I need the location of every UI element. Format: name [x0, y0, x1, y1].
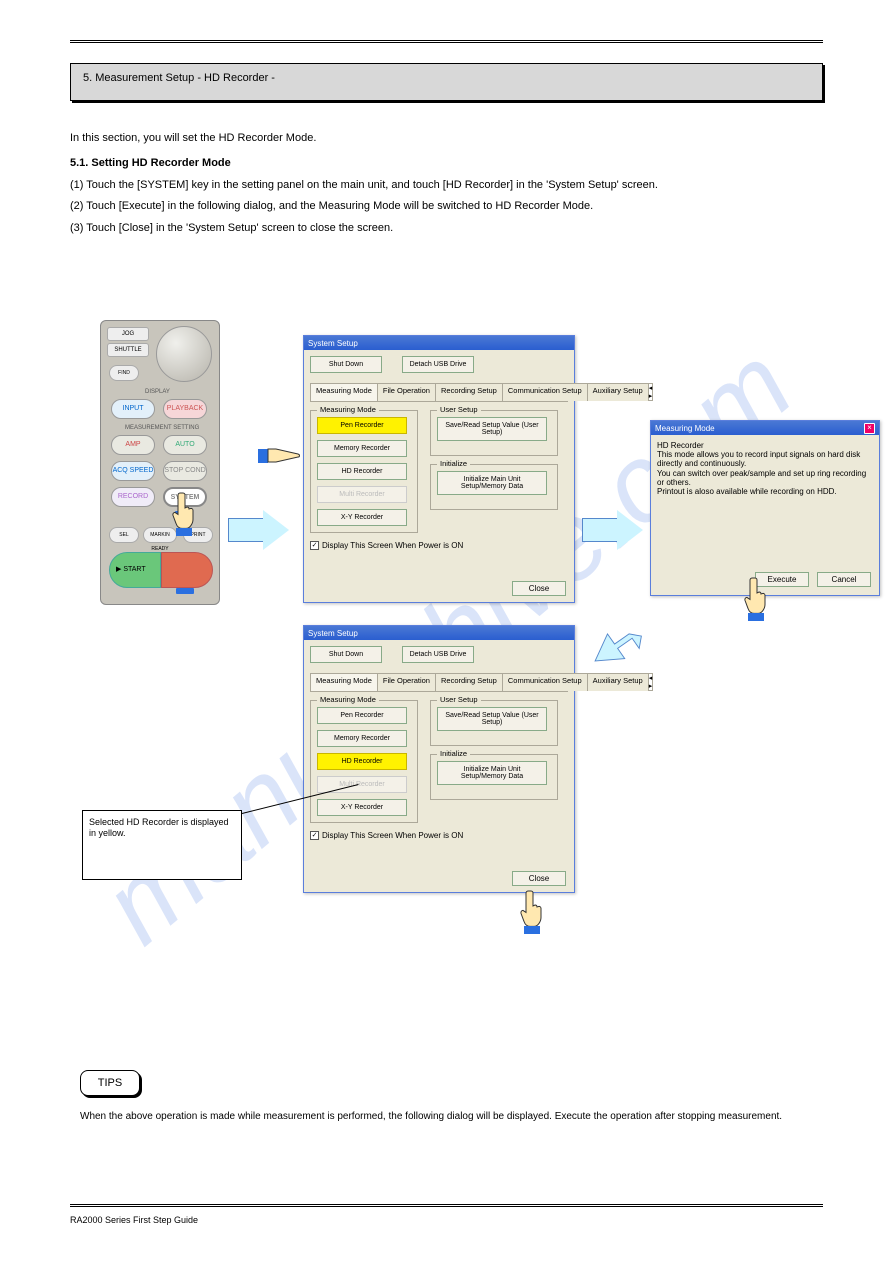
pointing-hand-icon — [258, 445, 304, 467]
stop-cond-button[interactable]: STOP COND — [163, 461, 207, 481]
cancel-button[interactable]: Cancel — [817, 572, 871, 587]
display-label: DISPLAY — [145, 389, 170, 395]
tab-row: Measuring Mode File Operation Recording … — [310, 383, 568, 402]
start-button[interactable]: ▶ START — [109, 552, 161, 588]
meas-setting-label: MEASUREMENT SETTING — [125, 425, 199, 431]
shuttle-button[interactable]: SHUTTLE — [107, 343, 149, 357]
initialize-legend: Initialize — [437, 749, 470, 758]
shutdown-button[interactable]: Shut Down — [310, 646, 382, 663]
hardware-panel: JOG SHUTTLE FIND DISPLAY INPUT PLAYBACK … — [100, 320, 220, 605]
hand-pointer-icon — [518, 888, 546, 934]
measuring-mode-legend: Measuring Mode — [317, 695, 379, 704]
measuring-mode-legend: Measuring Mode — [317, 405, 379, 414]
xy-recorder-button[interactable]: X-Y Recorder — [317, 799, 407, 816]
checkbox-label: Display This Screen When Power is ON — [322, 831, 463, 840]
user-setup-legend: User Setup — [437, 405, 481, 414]
tab-comm-setup[interactable]: Communication Setup — [502, 383, 588, 401]
step-2: (2) Touch [Execute] in the following dia… — [70, 199, 823, 214]
initialize-legend: Initialize — [437, 459, 470, 468]
memory-recorder-button[interactable]: Memory Recorder — [317, 730, 407, 747]
find-button[interactable]: FIND — [109, 365, 139, 381]
header-right: 5. Measurement Setup - HD Recorder - — [638, 28, 813, 39]
checkbox-label: Display This Screen When Power is ON — [322, 541, 463, 550]
memory-recorder-button[interactable]: Memory Recorder — [317, 440, 407, 457]
display-on-power-checkbox[interactable]: ✓Display This Screen When Power is ON — [310, 541, 568, 550]
tips-text: When the above operation is made while m… — [80, 1110, 813, 1124]
initialize-button[interactable]: Initialize Main Unit Setup/Memory Data — [437, 761, 547, 785]
tab-file-operation[interactable]: File Operation — [377, 673, 436, 691]
step-3: (3) Touch [Close] in the 'System Setup' … — [70, 221, 823, 236]
detach-usb-button[interactable]: Detach USB Drive — [402, 646, 474, 663]
intro-paragraph: In this section, you will set the HD Rec… — [70, 131, 823, 146]
dialog-title: System Setup — [308, 629, 358, 638]
save-read-setup-button[interactable]: Save/Read Setup Value (User Setup) — [437, 417, 547, 441]
playback-button[interactable]: PLAYBACK — [163, 399, 207, 419]
tab-row: Measuring Mode File Operation Recording … — [310, 673, 568, 692]
stop-button[interactable] — [161, 552, 213, 588]
user-setup-legend: User Setup — [437, 695, 481, 704]
tab-recording-setup[interactable]: Recording Setup — [435, 383, 503, 401]
pen-recorder-button[interactable]: Pen Recorder — [317, 417, 407, 434]
note-callout: Selected HD Recorder is displayed in yel… — [82, 810, 242, 880]
sel-button[interactable]: SEL — [109, 527, 139, 543]
hand-pointer-icon — [170, 490, 198, 536]
hand-pointer-icon — [742, 575, 770, 621]
close-button-1[interactable]: Close — [512, 581, 566, 596]
intro-subhead: 5.1. Setting HD Recorder Mode — [70, 156, 823, 171]
save-read-setup-button[interactable]: Save/Read Setup Value (User Setup) — [437, 707, 547, 731]
tab-comm-setup[interactable]: Communication Setup — [502, 673, 588, 691]
arrow-right-icon — [228, 510, 288, 550]
tips-badge: TIPS — [80, 1070, 140, 1096]
hd-recorder-button[interactable]: HD Recorder — [317, 753, 407, 770]
step-1: (1) Touch the [SYSTEM] key in the settin… — [70, 178, 823, 193]
xy-recorder-button[interactable]: X-Y Recorder — [317, 509, 407, 526]
tab-aux-setup[interactable]: Auxiliary Setup — [587, 383, 649, 401]
acq-speed-button[interactable]: ACQ SPEED — [111, 461, 155, 481]
initialize-button[interactable]: Initialize Main Unit Setup/Memory Data — [437, 471, 547, 495]
auto-button[interactable]: AUTO — [163, 435, 207, 455]
multi-recorder-button: Multi Recorder — [317, 486, 407, 503]
amp-button[interactable]: AMP — [111, 435, 155, 455]
system-setup-dialog-2: System Setup Shut Down Detach USB Drive … — [303, 625, 575, 893]
dialog-title: Measuring Mode — [655, 424, 715, 433]
footer: RA2000 Series First Step Guide — [70, 1215, 198, 1225]
shutdown-button[interactable]: Shut Down — [310, 356, 382, 373]
close-button-2[interactable]: Close — [512, 871, 566, 886]
close-icon[interactable]: × — [864, 423, 875, 434]
record-button[interactable]: RECORD — [111, 487, 155, 507]
input-button[interactable]: INPUT — [111, 399, 155, 419]
detach-usb-button[interactable]: Detach USB Drive — [402, 356, 474, 373]
tab-measuring-mode[interactable]: Measuring Mode — [310, 383, 378, 401]
section-banner: 5. Measurement Setup - HD Recorder - — [70, 63, 823, 101]
tab-measuring-mode[interactable]: Measuring Mode — [310, 673, 378, 691]
hd-recorder-button[interactable]: HD Recorder — [317, 463, 407, 480]
jog-up-button[interactable]: JOG — [107, 327, 149, 341]
tab-recording-setup[interactable]: Recording Setup — [435, 673, 503, 691]
system-setup-dialog-1: System Setup Shut Down Detach USB Drive … — [303, 335, 575, 603]
display-on-power-checkbox[interactable]: ✓Display This Screen When Power is ON — [310, 831, 568, 840]
tab-file-operation[interactable]: File Operation — [377, 383, 436, 401]
measuring-mode-dialog: Measuring Mode × HD Recorder This mode a… — [650, 420, 880, 596]
dialog-title: System Setup — [308, 339, 358, 348]
tab-scroll[interactable]: ◂ ▸ — [648, 673, 654, 691]
dialog-text: HD Recorder This mode allows you to reco… — [657, 441, 873, 496]
pen-recorder-button[interactable]: Pen Recorder — [317, 707, 407, 724]
arrow-right-icon — [582, 510, 642, 550]
tab-scroll[interactable]: ◂ ▸ — [648, 383, 654, 401]
tab-aux-setup[interactable]: Auxiliary Setup — [587, 673, 649, 691]
jog-dial[interactable] — [156, 326, 212, 382]
